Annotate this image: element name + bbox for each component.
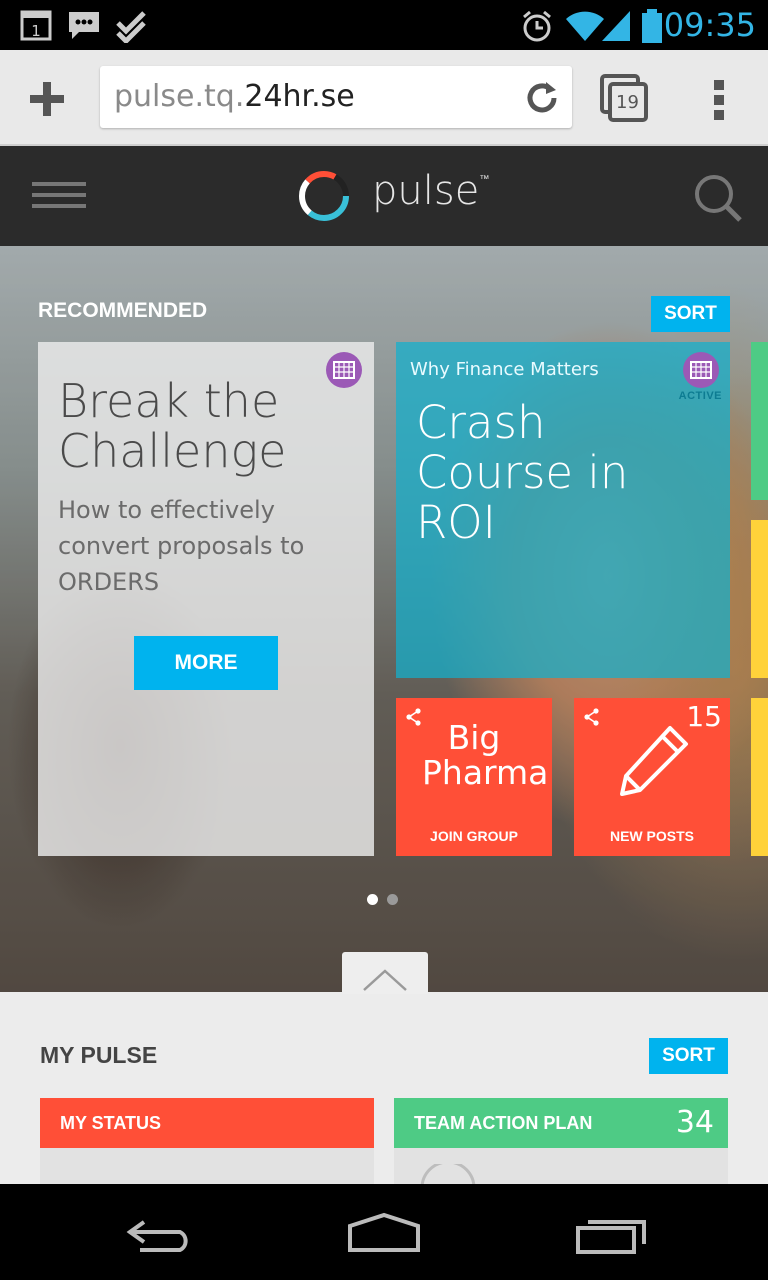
card-break-the-challenge[interactable]: Break the Challenge How to effectively c…	[38, 342, 374, 856]
brand-wordmark: pulse™	[372, 168, 490, 214]
signal-icon	[602, 11, 630, 41]
card-crash-course-roi[interactable]: Why Finance Matters Crash Course in ROI …	[396, 342, 730, 678]
card-kicker: Why Finance Matters	[410, 359, 599, 380]
next-card-peek-yellow-2[interactable]	[751, 698, 768, 856]
wifi-icon	[566, 11, 604, 41]
tile-new-posts[interactable]: 15 NEW POSTS	[574, 698, 730, 856]
task-done-icon	[116, 11, 146, 43]
my-pulse-section: MY PULSE SORT MY STATUS TEAM ACTION PLAN…	[0, 992, 768, 1189]
svg-text:1: 1	[31, 22, 41, 40]
collapse-hero-button[interactable]	[342, 952, 428, 994]
alarm-icon	[523, 10, 551, 42]
hamburger-menu-icon[interactable]	[32, 180, 86, 210]
pencil-icon	[620, 726, 688, 796]
recommended-sort-button[interactable]: SORT	[651, 296, 730, 332]
panel-header: MY STATUS	[40, 1098, 374, 1148]
recommended-label: RECOMMENDED	[38, 299, 208, 322]
system-nav-bar	[0, 1184, 768, 1280]
more-button[interactable]: MORE	[134, 636, 278, 690]
panel-header: TEAM ACTION PLAN 34	[394, 1098, 728, 1148]
panel-title: TEAM ACTION PLAN	[414, 1113, 593, 1133]
calendar-badge-icon	[326, 352, 362, 388]
pulse-logo-icon	[299, 171, 349, 221]
tile-title: Big Pharma	[422, 718, 549, 792]
next-card-peek-green[interactable]	[751, 342, 768, 500]
address-bar[interactable]: pulse.tq.24hr.se	[100, 66, 572, 128]
tab-count: 19	[616, 92, 639, 113]
my-pulse-sort-button[interactable]: SORT	[649, 1038, 728, 1074]
reload-icon[interactable]	[524, 80, 560, 116]
message-notification-icon	[69, 12, 99, 39]
calendar-notification-icon: 1	[20, 10, 52, 41]
url-text[interactable]: pulse.tq.24hr.se	[114, 79, 355, 114]
clock: 09:35	[663, 6, 756, 44]
panel-body	[394, 1148, 728, 1189]
tile-big-pharma[interactable]: Big Pharma JOIN GROUP	[396, 698, 552, 856]
overflow-menu-icon[interactable]	[710, 78, 728, 122]
panel-count: 34	[675, 1105, 714, 1140]
page-dot[interactable]	[387, 894, 398, 905]
chevron-up-icon	[363, 969, 407, 991]
card-title: Break the Challenge	[58, 374, 287, 478]
panel-team-action-plan[interactable]: TEAM ACTION PLAN 34	[394, 1098, 728, 1189]
card-title: Crash Course in ROI	[416, 396, 629, 549]
battery-icon	[642, 9, 662, 43]
panel-body	[40, 1148, 374, 1188]
new-tab-icon[interactable]	[28, 80, 66, 118]
home-icon[interactable]	[346, 1212, 422, 1254]
join-group-label: JOIN GROUP	[430, 828, 518, 844]
card-description: How to effectively convert proposals to …	[58, 496, 305, 596]
search-icon[interactable]	[692, 172, 744, 224]
next-card-peek-yellow[interactable]	[751, 520, 768, 678]
tabs-button[interactable]: 19	[600, 74, 648, 122]
new-posts-label: NEW POSTS	[609, 828, 694, 844]
status-badge: ACTIVE	[678, 390, 722, 402]
page-dot-active[interactable]	[367, 894, 378, 905]
status-bar: 1 09:35	[0, 0, 768, 50]
my-pulse-label: MY PULSE	[40, 1042, 158, 1068]
back-icon[interactable]	[124, 1216, 196, 1252]
browser-toolbar: pulse.tq.24hr.se 19	[0, 50, 768, 146]
calendar-badge-icon	[683, 352, 719, 388]
panel-title: MY STATUS	[60, 1113, 162, 1133]
panel-my-status[interactable]: MY STATUS	[40, 1098, 374, 1188]
share-icon[interactable]	[584, 708, 600, 726]
page-indicator	[367, 892, 407, 910]
recent-apps-icon[interactable]	[574, 1216, 648, 1254]
